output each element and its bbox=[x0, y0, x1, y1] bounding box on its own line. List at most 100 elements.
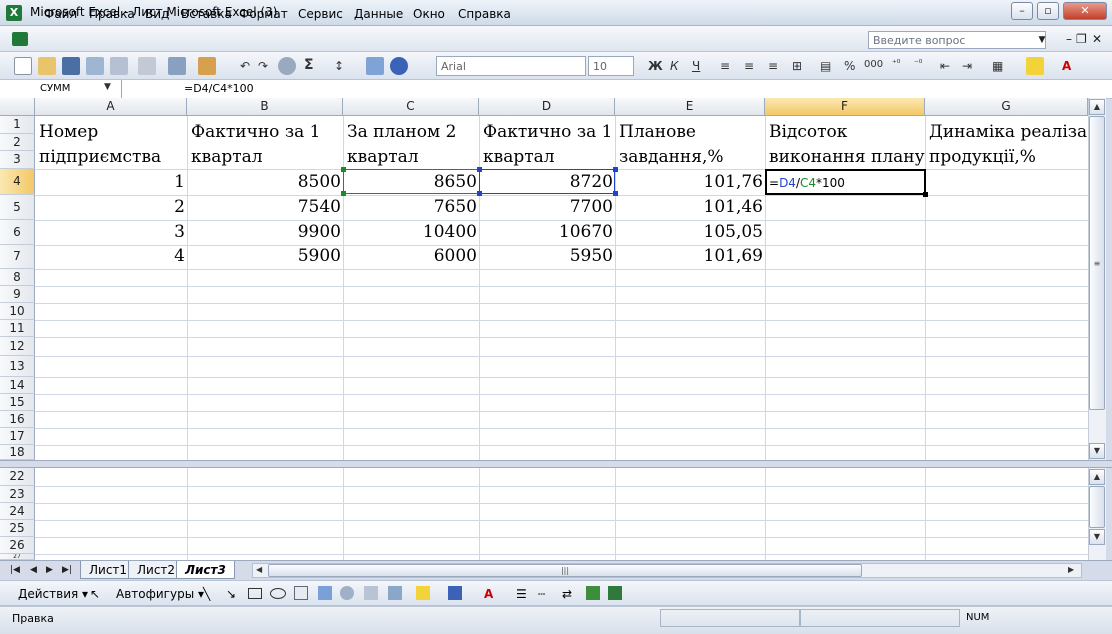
reference-handle[interactable] bbox=[613, 191, 618, 196]
row-header-8[interactable]: 8 bbox=[0, 269, 35, 286]
line-icon[interactable]: ╲ bbox=[203, 587, 210, 601]
cell-e6[interactable]: 105,05 bbox=[615, 222, 763, 242]
row-header-3[interactable]: 3 bbox=[0, 151, 35, 169]
vertical-scroll-thumb[interactable]: ≡ bbox=[1089, 116, 1105, 410]
menu-edit[interactable]: Правка bbox=[89, 7, 135, 21]
redo-icon[interactable]: ↷ bbox=[258, 59, 268, 73]
row-header-4[interactable]: 4 bbox=[0, 169, 35, 195]
fill-color-icon[interactable] bbox=[1026, 57, 1044, 75]
rectangle-icon[interactable] bbox=[248, 588, 262, 599]
help-search-input[interactable]: Введите вопрос bbox=[868, 31, 1046, 49]
next-sheet-icon[interactable]: ▶ bbox=[46, 565, 53, 575]
undo-icon[interactable]: ↶ bbox=[240, 59, 250, 73]
menu-file[interactable]: Файл bbox=[44, 7, 77, 21]
borders-icon[interactable]: ▦ bbox=[992, 59, 1003, 73]
row-header-22[interactable]: 22 bbox=[0, 468, 35, 486]
fill-color-draw-icon[interactable] bbox=[416, 586, 430, 600]
sheet-tab-3[interactable]: Лист3 bbox=[176, 561, 235, 579]
scroll-left-icon[interactable]: ◀ bbox=[256, 565, 262, 574]
reference-handle[interactable] bbox=[341, 191, 346, 196]
reference-handle[interactable] bbox=[341, 167, 346, 172]
save-icon[interactable] bbox=[62, 57, 80, 75]
textbox-icon[interactable] bbox=[294, 586, 308, 600]
row-header-13[interactable]: 13 bbox=[0, 356, 35, 377]
autoshapes-menu[interactable]: Автофигуры ▾ bbox=[116, 587, 204, 601]
cell-a6[interactable]: 3 bbox=[35, 222, 185, 242]
italic-icon[interactable]: К bbox=[670, 59, 679, 73]
row-header-5[interactable]: 5 bbox=[0, 195, 35, 220]
percent-icon[interactable]: % bbox=[844, 59, 855, 73]
cell-d5[interactable]: 7700 bbox=[479, 197, 613, 217]
minimize-button[interactable]: – bbox=[1011, 2, 1033, 20]
column-header-b[interactable]: B bbox=[187, 98, 343, 116]
wordart-icon[interactable] bbox=[318, 586, 332, 600]
maximize-button[interactable]: ▫ bbox=[1037, 2, 1059, 20]
print-icon[interactable] bbox=[138, 57, 156, 75]
new-icon[interactable] bbox=[14, 57, 32, 75]
reference-handle[interactable] bbox=[477, 191, 482, 196]
cell-c6[interactable]: 10400 bbox=[343, 222, 477, 242]
font-color-draw-icon[interactable]: A bbox=[484, 587, 493, 601]
menu-view[interactable]: Вид bbox=[145, 7, 169, 21]
autosum-icon[interactable]: Σ bbox=[304, 57, 314, 73]
reference-handle[interactable] bbox=[477, 167, 482, 172]
cell-d6[interactable]: 10670 bbox=[479, 222, 613, 242]
column-header-e[interactable]: E bbox=[615, 98, 765, 116]
chart-wizard-icon[interactable] bbox=[366, 57, 384, 75]
shadow-style-icon[interactable] bbox=[586, 586, 600, 600]
vertical-scroll-thumb[interactable] bbox=[1089, 486, 1105, 528]
row-header-18[interactable]: 18 bbox=[0, 445, 35, 460]
cell-f4-formula[interactable]: =D4/C4*100 bbox=[769, 176, 845, 190]
scroll-down-icon[interactable]: ▼ bbox=[1089, 529, 1105, 545]
cell-a5[interactable]: 2 bbox=[35, 197, 185, 217]
row-header-6[interactable]: 6 bbox=[0, 220, 35, 245]
cell-c7[interactable]: 6000 bbox=[343, 246, 477, 266]
cell-b6[interactable]: 9900 bbox=[187, 222, 341, 242]
increase-decimal-icon[interactable]: ⁺⁰ bbox=[892, 59, 900, 69]
close-button[interactable]: ✕ bbox=[1063, 2, 1107, 20]
doc-close-button[interactable]: ✕ bbox=[1092, 32, 1102, 46]
cell-e7[interactable]: 101,69 bbox=[615, 246, 763, 266]
row-header-7[interactable]: 7 bbox=[0, 245, 35, 269]
row-header-10[interactable]: 10 bbox=[0, 303, 35, 320]
help-dropdown-icon[interactable]: ▼ bbox=[1036, 31, 1048, 49]
paste-icon[interactable] bbox=[198, 57, 216, 75]
name-box-dropdown-icon[interactable]: ▼ bbox=[104, 82, 111, 92]
row-header-9[interactable]: 9 bbox=[0, 286, 35, 303]
align-center-icon[interactable]: ≡ bbox=[744, 59, 754, 73]
workbook-icon[interactable] bbox=[12, 32, 28, 46]
line-style-icon[interactable]: ☰ bbox=[516, 587, 527, 601]
font-size-select[interactable]: 10 bbox=[588, 56, 634, 76]
row-header-11[interactable]: 11 bbox=[0, 320, 35, 337]
decrease-decimal-icon[interactable]: ⁻⁰ bbox=[914, 59, 922, 69]
select-all-corner[interactable] bbox=[0, 98, 35, 116]
cell-b5[interactable]: 7540 bbox=[187, 197, 341, 217]
cell-b7[interactable]: 5900 bbox=[187, 246, 341, 266]
menu-data[interactable]: Данные bbox=[354, 7, 403, 21]
diagram-icon[interactable] bbox=[340, 586, 354, 600]
cell-a7[interactable]: 4 bbox=[35, 246, 185, 266]
row-header-12[interactable]: 12 bbox=[0, 337, 35, 356]
first-sheet-icon[interactable]: |◀ bbox=[10, 565, 20, 575]
oval-icon[interactable] bbox=[270, 588, 286, 599]
reference-handle[interactable] bbox=[613, 167, 618, 172]
row-header-17[interactable]: 17 bbox=[0, 428, 35, 445]
clipart-icon[interactable] bbox=[364, 586, 378, 600]
fill-handle[interactable] bbox=[923, 192, 928, 197]
doc-restore-button[interactable]: ❐ bbox=[1076, 32, 1087, 46]
doc-minimize-button[interactable]: – bbox=[1066, 32, 1072, 46]
hyperlink-icon[interactable] bbox=[278, 57, 296, 75]
currency-icon[interactable]: ▤ bbox=[820, 59, 831, 73]
scroll-right-icon[interactable]: ▶ bbox=[1068, 565, 1074, 574]
dash-style-icon[interactable]: ┄ bbox=[538, 587, 545, 601]
scroll-up-icon[interactable]: ▲ bbox=[1089, 469, 1105, 485]
open-icon[interactable] bbox=[38, 57, 56, 75]
draw-actions-menu[interactable]: Действия ▾ bbox=[18, 587, 88, 601]
formula-input[interactable]: =D4/C4*100 bbox=[184, 82, 254, 95]
email-icon[interactable] bbox=[110, 57, 128, 75]
row-header-2[interactable]: 2 bbox=[0, 134, 35, 151]
cell-e4[interactable]: 101,76 bbox=[615, 172, 763, 192]
align-left-icon[interactable]: ≡ bbox=[720, 59, 730, 73]
arrow-icon[interactable]: ↘ bbox=[226, 587, 236, 601]
cell-d7[interactable]: 5950 bbox=[479, 246, 613, 266]
